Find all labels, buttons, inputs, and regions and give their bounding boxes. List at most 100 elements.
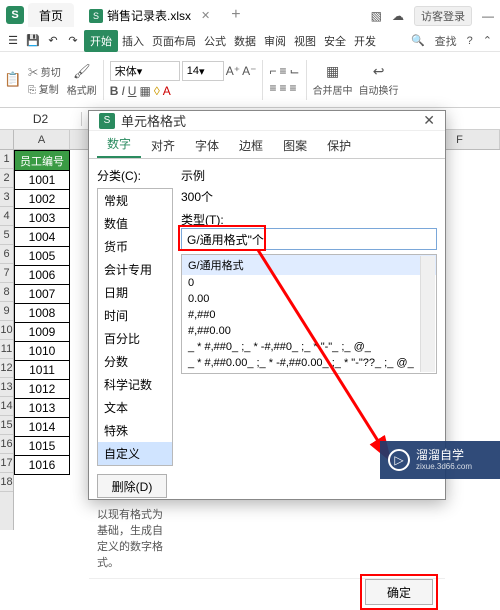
table-row[interactable]: 1008: [14, 304, 70, 323]
tab-font[interactable]: 字体: [185, 133, 229, 158]
cat-time[interactable]: 时间: [98, 304, 172, 327]
tab-align[interactable]: 对齐: [141, 133, 185, 158]
menu-start[interactable]: 开始: [84, 30, 118, 52]
table-row[interactable]: 1009: [14, 323, 70, 342]
cat-custom[interactable]: 自定义: [98, 442, 172, 465]
table-row[interactable]: 1006: [14, 266, 70, 285]
menu-insert[interactable]: 插入: [118, 33, 148, 49]
app-logo: S: [6, 6, 24, 24]
watermark-url: zixue.3d66.com: [416, 462, 472, 472]
cat-text[interactable]: 文本: [98, 396, 172, 419]
type-input[interactable]: [181, 228, 437, 250]
table-row[interactable]: 1014: [14, 418, 70, 437]
minimize-icon[interactable]: —: [482, 9, 494, 23]
font-name-select[interactable]: 宋体 ▾: [110, 61, 180, 81]
undo-icon[interactable]: ↶: [44, 32, 62, 50]
menu-review[interactable]: 审阅: [260, 33, 290, 49]
table-row[interactable]: 1007: [14, 285, 70, 304]
close-tab-icon[interactable]: ✕: [201, 9, 210, 22]
table-header-empnum[interactable]: 员工编号: [14, 150, 70, 171]
table-row[interactable]: 1012: [14, 380, 70, 399]
align-middle-icon[interactable]: ≡: [279, 64, 286, 78]
delete-format-button[interactable]: 删除(D): [97, 474, 167, 498]
format-item[interactable]: #,##0: [182, 307, 436, 323]
italic-button[interactable]: I: [121, 84, 124, 98]
autowrap-button[interactable]: ↩自动换行: [359, 62, 399, 97]
ok-button[interactable]: 确定: [365, 579, 433, 605]
table-row[interactable]: 1016: [14, 456, 70, 475]
border-button[interactable]: ▦: [139, 84, 150, 98]
align-center-icon[interactable]: ≡: [279, 81, 286, 95]
table-row[interactable]: 1013: [14, 399, 70, 418]
cat-number[interactable]: 数值: [98, 212, 172, 235]
format-painter-button[interactable]: 🖌 格式刷: [67, 62, 97, 97]
table-row[interactable]: 1010: [14, 342, 70, 361]
search-icon[interactable]: 🔍: [411, 34, 425, 47]
align-left-icon[interactable]: ≡: [269, 81, 276, 95]
font-size-select[interactable]: 14 ▾: [182, 61, 224, 81]
table-row[interactable]: 1002: [14, 190, 70, 209]
cat-scientific[interactable]: 科学记数: [98, 373, 172, 396]
app-icon-2[interactable]: ☁: [392, 9, 404, 23]
menu-formula[interactable]: 公式: [200, 33, 230, 49]
app-icon-1[interactable]: ▧: [371, 9, 382, 23]
format-list[interactable]: G/通用格式 0 0.00 #,##0 #,##0.00 _ * #,##0_ …: [181, 254, 437, 374]
bold-button[interactable]: B: [110, 84, 119, 98]
format-item[interactable]: #,##0.00: [182, 323, 436, 339]
format-item[interactable]: G/通用格式: [182, 255, 436, 275]
align-top-icon[interactable]: ⌐: [269, 64, 276, 78]
collapse-ribbon-icon[interactable]: ⌃: [483, 34, 492, 47]
menu-dev[interactable]: 开发: [350, 33, 380, 49]
decrease-font-icon[interactable]: A⁻: [242, 64, 256, 78]
format-item[interactable]: 0.00: [182, 291, 436, 307]
increase-font-icon[interactable]: A⁺: [226, 64, 240, 78]
new-tab-button[interactable]: +: [231, 6, 240, 24]
menu-view[interactable]: 视图: [290, 33, 320, 49]
tab-file[interactable]: S 销售记录表.xlsx ✕: [78, 3, 221, 27]
fill-color-button[interactable]: ◊: [154, 84, 160, 98]
dialog-close-button[interactable]: ✕: [423, 112, 435, 129]
save-icon[interactable]: 💾: [24, 32, 42, 50]
table-row[interactable]: 1005: [14, 247, 70, 266]
table-row[interactable]: 1004: [14, 228, 70, 247]
align-right-icon[interactable]: ≡: [290, 81, 297, 95]
table-row[interactable]: 1001: [14, 171, 70, 190]
format-item[interactable]: 0: [182, 275, 436, 291]
table-row[interactable]: 1015: [14, 437, 70, 456]
format-item[interactable]: _ * #,##0.00_ ;_ * -#,##0.00_ ;_ * "-"??…: [182, 355, 436, 371]
table-row[interactable]: 1011: [14, 361, 70, 380]
tab-pattern[interactable]: 图案: [273, 133, 317, 158]
category-list[interactable]: 常规 数值 货币 会计专用 日期 时间 百分比 分数 科学记数 文本 特殊 自定…: [97, 188, 173, 466]
align-bottom-icon[interactable]: ⌙: [290, 64, 300, 78]
help-icon[interactable]: ?: [467, 35, 473, 47]
cat-date[interactable]: 日期: [98, 281, 172, 304]
cut-button[interactable]: ✂ 剪切: [28, 64, 61, 79]
cat-fraction[interactable]: 分数: [98, 350, 172, 373]
tab-number[interactable]: 数字: [97, 131, 141, 158]
name-box[interactable]: D2: [0, 112, 82, 126]
cat-general[interactable]: 常规: [98, 189, 172, 212]
dialog-titlebar[interactable]: S 单元格格式 ✕: [89, 111, 445, 131]
tab-protect[interactable]: 保护: [317, 133, 361, 158]
menu-layout[interactable]: 页面布局: [148, 33, 200, 49]
merge-center-button[interactable]: ▦合并居中: [313, 62, 353, 97]
cat-percent[interactable]: 百分比: [98, 327, 172, 350]
tab-home[interactable]: 首页: [28, 3, 74, 27]
tab-border[interactable]: 边框: [229, 133, 273, 158]
underline-button[interactable]: U: [128, 84, 137, 98]
cat-accounting[interactable]: 会计专用: [98, 258, 172, 281]
menu-data[interactable]: 数据: [230, 33, 260, 49]
format-item[interactable]: _ * #,##0_ ;_ * -#,##0_ ;_ * "-"_ ;_ @_: [182, 339, 436, 355]
menu-security[interactable]: 安全: [320, 33, 350, 49]
scrollbar[interactable]: [420, 256, 435, 372]
font-color-button[interactable]: A: [163, 84, 171, 98]
file-menu-button[interactable]: ☰: [4, 32, 22, 50]
search-label[interactable]: 查找: [435, 33, 457, 49]
table-row[interactable]: 1003: [14, 209, 70, 228]
cat-special[interactable]: 特殊: [98, 419, 172, 442]
login-badge[interactable]: 访客登录: [414, 6, 472, 26]
paste-group[interactable]: 📋: [4, 71, 22, 89]
cat-currency[interactable]: 货币: [98, 235, 172, 258]
copy-button[interactable]: ⎘ 复制: [28, 81, 61, 96]
redo-icon[interactable]: ↷: [64, 32, 82, 50]
